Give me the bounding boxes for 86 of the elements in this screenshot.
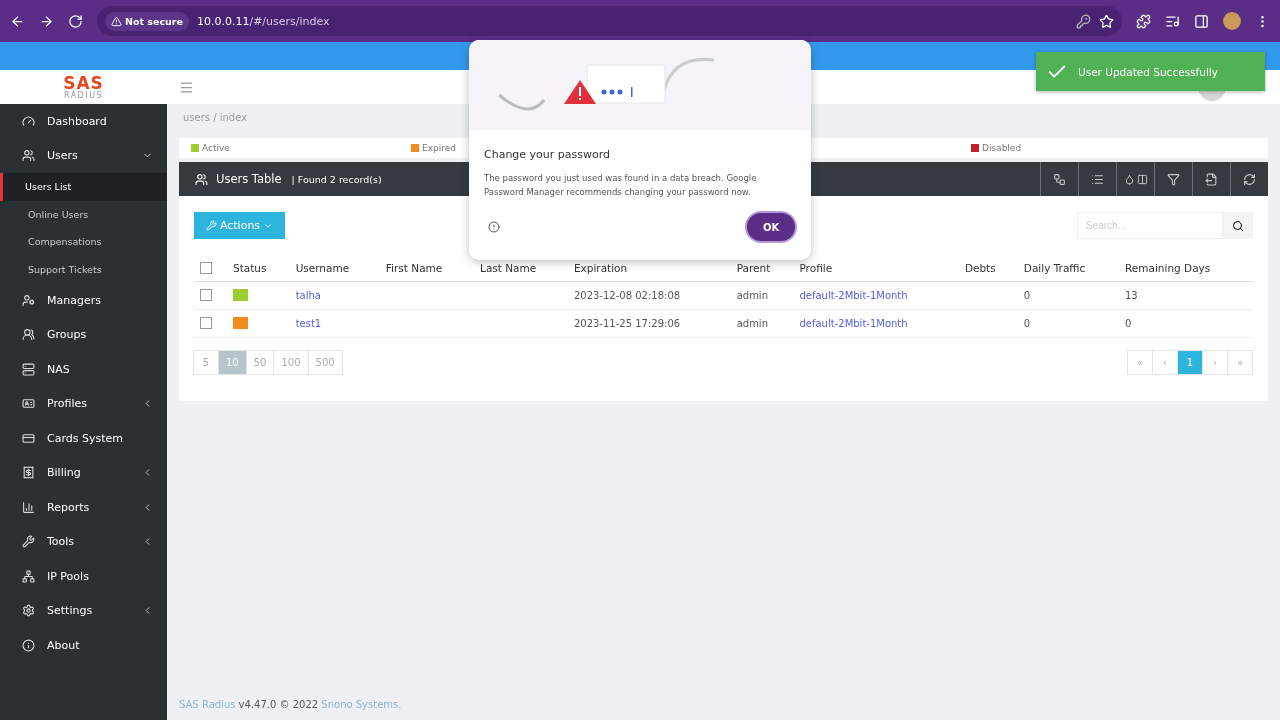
user-gear-icon bbox=[22, 293, 35, 307]
table-cell: 0 bbox=[1023, 289, 1031, 301]
legend-item: Active bbox=[191, 143, 411, 153]
ok-button[interactable]: OK bbox=[745, 211, 797, 244]
sidebar-item[interactable]: About bbox=[0, 628, 167, 663]
table-cell: 2023-11-25 17:29:06 bbox=[573, 317, 681, 329]
warning-icon bbox=[111, 15, 122, 27]
row-checkbox[interactable] bbox=[200, 289, 212, 301]
sidebar-item[interactable]: IP Pools bbox=[0, 559, 167, 594]
wrench-icon bbox=[205, 220, 217, 231]
column-header[interactable]: Daily Traffic bbox=[1017, 255, 1119, 281]
users-icon bbox=[195, 172, 208, 186]
sidebar-item[interactable]: Billing bbox=[0, 455, 167, 490]
server-icon bbox=[22, 362, 35, 376]
list-icon bbox=[1091, 172, 1104, 186]
settings-icon bbox=[22, 604, 35, 618]
sidebar-subitem[interactable]: Support Tickets bbox=[3, 255, 167, 283]
address-bar[interactable]: Not secure 10.0.0.11/#/users/index bbox=[97, 6, 1122, 36]
sidebar-item[interactable]: Reports bbox=[0, 490, 167, 525]
logo: SAS RADIUS bbox=[0, 70, 167, 104]
info-icon bbox=[22, 638, 35, 652]
search-icon bbox=[1232, 219, 1244, 232]
profile-link[interactable]: default-2Mbit-1Month bbox=[799, 317, 908, 329]
sidebar-item[interactable]: NAS bbox=[0, 352, 167, 387]
select-all-checkbox[interactable] bbox=[200, 262, 212, 275]
filter-icon bbox=[1167, 172, 1180, 186]
droplet-icon bbox=[1123, 173, 1135, 185]
columns-icon bbox=[1136, 173, 1148, 185]
info-icon bbox=[488, 221, 500, 234]
gauge-icon bbox=[22, 114, 35, 128]
record-count: | Found 2 record(s) bbox=[291, 173, 382, 185]
column-header[interactable]: Remaining Days bbox=[1118, 255, 1253, 281]
table-cell: 0 bbox=[1023, 317, 1031, 329]
sidebar-item[interactable]: Profiles bbox=[0, 386, 167, 421]
sidebar-subitem[interactable]: Online Users bbox=[3, 200, 167, 228]
success-toast: User Updated Successfully bbox=[1036, 52, 1265, 91]
row-checkbox[interactable] bbox=[200, 317, 212, 329]
security-chip[interactable]: Not secure bbox=[105, 11, 189, 31]
star-icon[interactable] bbox=[1099, 13, 1114, 29]
bar-chart-icon bbox=[22, 500, 35, 514]
table-title: Users Table bbox=[216, 172, 282, 186]
export-icon bbox=[1205, 172, 1218, 186]
username-link[interactable]: test1 bbox=[295, 317, 322, 329]
id-card-icon bbox=[22, 397, 35, 411]
table-cell: 2023-12-08 02:18:08 bbox=[573, 289, 681, 301]
username-link[interactable]: talha bbox=[295, 289, 321, 301]
search-button[interactable] bbox=[1223, 212, 1253, 239]
sidebar-item[interactable]: Managers bbox=[0, 283, 167, 318]
legend-item: Disabled bbox=[971, 143, 1268, 153]
receipt-icon bbox=[22, 466, 35, 480]
column-header[interactable]: Debts bbox=[958, 255, 1018, 281]
key-icon[interactable] bbox=[1076, 13, 1091, 29]
avatar-icon[interactable] bbox=[1223, 12, 1241, 30]
sidebar-item[interactable]: Users bbox=[0, 138, 167, 173]
tree-icon bbox=[1053, 172, 1066, 186]
table-cell: admin bbox=[736, 317, 768, 329]
menu-icon[interactable] bbox=[179, 79, 194, 95]
sidebar-subitem[interactable]: Compensations bbox=[3, 228, 167, 256]
sidebar-item[interactable]: Settings bbox=[0, 593, 167, 628]
network-icon bbox=[22, 569, 35, 583]
table-cell: admin bbox=[736, 289, 768, 301]
playlist-icon[interactable] bbox=[1165, 13, 1180, 29]
wrench-icon bbox=[22, 535, 35, 549]
column-header[interactable]: Status bbox=[227, 255, 290, 281]
puzzle-icon[interactable] bbox=[1136, 13, 1151, 29]
profile-link[interactable]: default-2Mbit-1Month bbox=[799, 289, 908, 301]
url-text: 10.0.0.11/#/users/index bbox=[196, 14, 330, 28]
users-icon bbox=[22, 149, 35, 163]
refresh-icon bbox=[1243, 172, 1256, 186]
table-cell: 13 bbox=[1124, 289, 1138, 301]
sidebar-item[interactable]: Groups bbox=[0, 317, 167, 352]
sidebar-subitem[interactable]: Users List bbox=[0, 173, 167, 201]
sidebar-item[interactable]: Tools bbox=[0, 524, 167, 559]
forward-icon[interactable] bbox=[39, 13, 54, 29]
reload-icon[interactable] bbox=[68, 13, 83, 29]
breadcrumb: users / index bbox=[183, 112, 248, 123]
column-header[interactable]: Username bbox=[289, 255, 380, 281]
dialog-message: The password you just used was found in a data breach. Google Password Manager recommends changing your password now. bbox=[483, 172, 758, 199]
card-icon bbox=[22, 431, 35, 445]
group-icon bbox=[22, 328, 35, 342]
table-cell: 0 bbox=[1124, 317, 1132, 329]
sidebar-item[interactable]: Dashboard bbox=[0, 104, 167, 139]
footer-text: SAS Radius v4.47.0 © 2022 Snono Systems. bbox=[178, 699, 403, 712]
back-icon[interactable] bbox=[10, 13, 25, 29]
side-panel-icon[interactable] bbox=[1194, 13, 1209, 29]
sidebar-item[interactable]: Cards System bbox=[0, 421, 167, 456]
